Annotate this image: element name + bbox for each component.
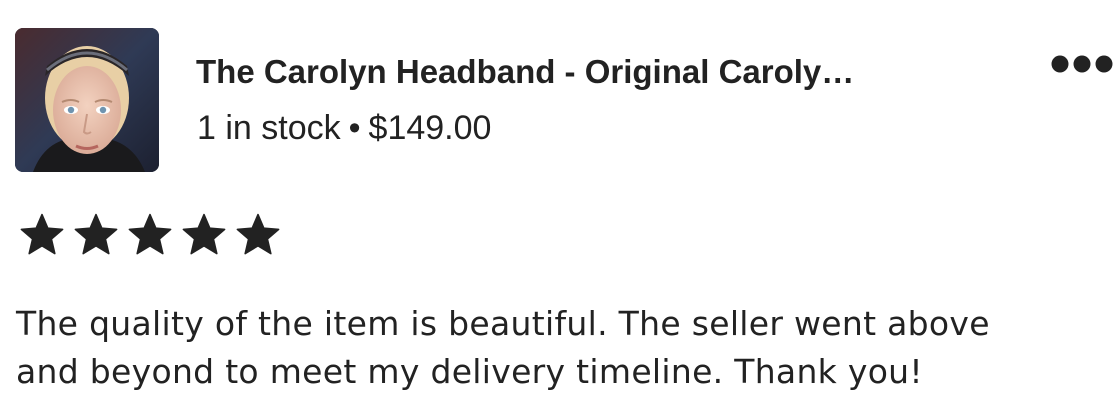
star-icon — [234, 211, 282, 259]
listing-title[interactable]: The Carolyn Headband - Original Caroly… — [196, 48, 1016, 96]
listing-meta: 1 in stock • $149.00 — [197, 104, 491, 152]
listing-price: $149.00 — [368, 109, 492, 147]
more-options-icon — [1051, 55, 1113, 73]
stock-status: 1 in stock — [197, 109, 341, 147]
meta-separator: • — [348, 109, 361, 147]
headband-photo-icon — [15, 28, 159, 172]
star-icon — [180, 211, 228, 259]
star-icon — [18, 211, 66, 259]
review-text: The quality of the item is beautiful. Th… — [16, 304, 990, 391]
star-rating — [18, 211, 288, 259]
more-options-button[interactable] — [1048, 50, 1114, 78]
product-thumbnail[interactable] — [15, 28, 159, 172]
star-icon — [72, 211, 120, 259]
star-icon — [126, 211, 174, 259]
